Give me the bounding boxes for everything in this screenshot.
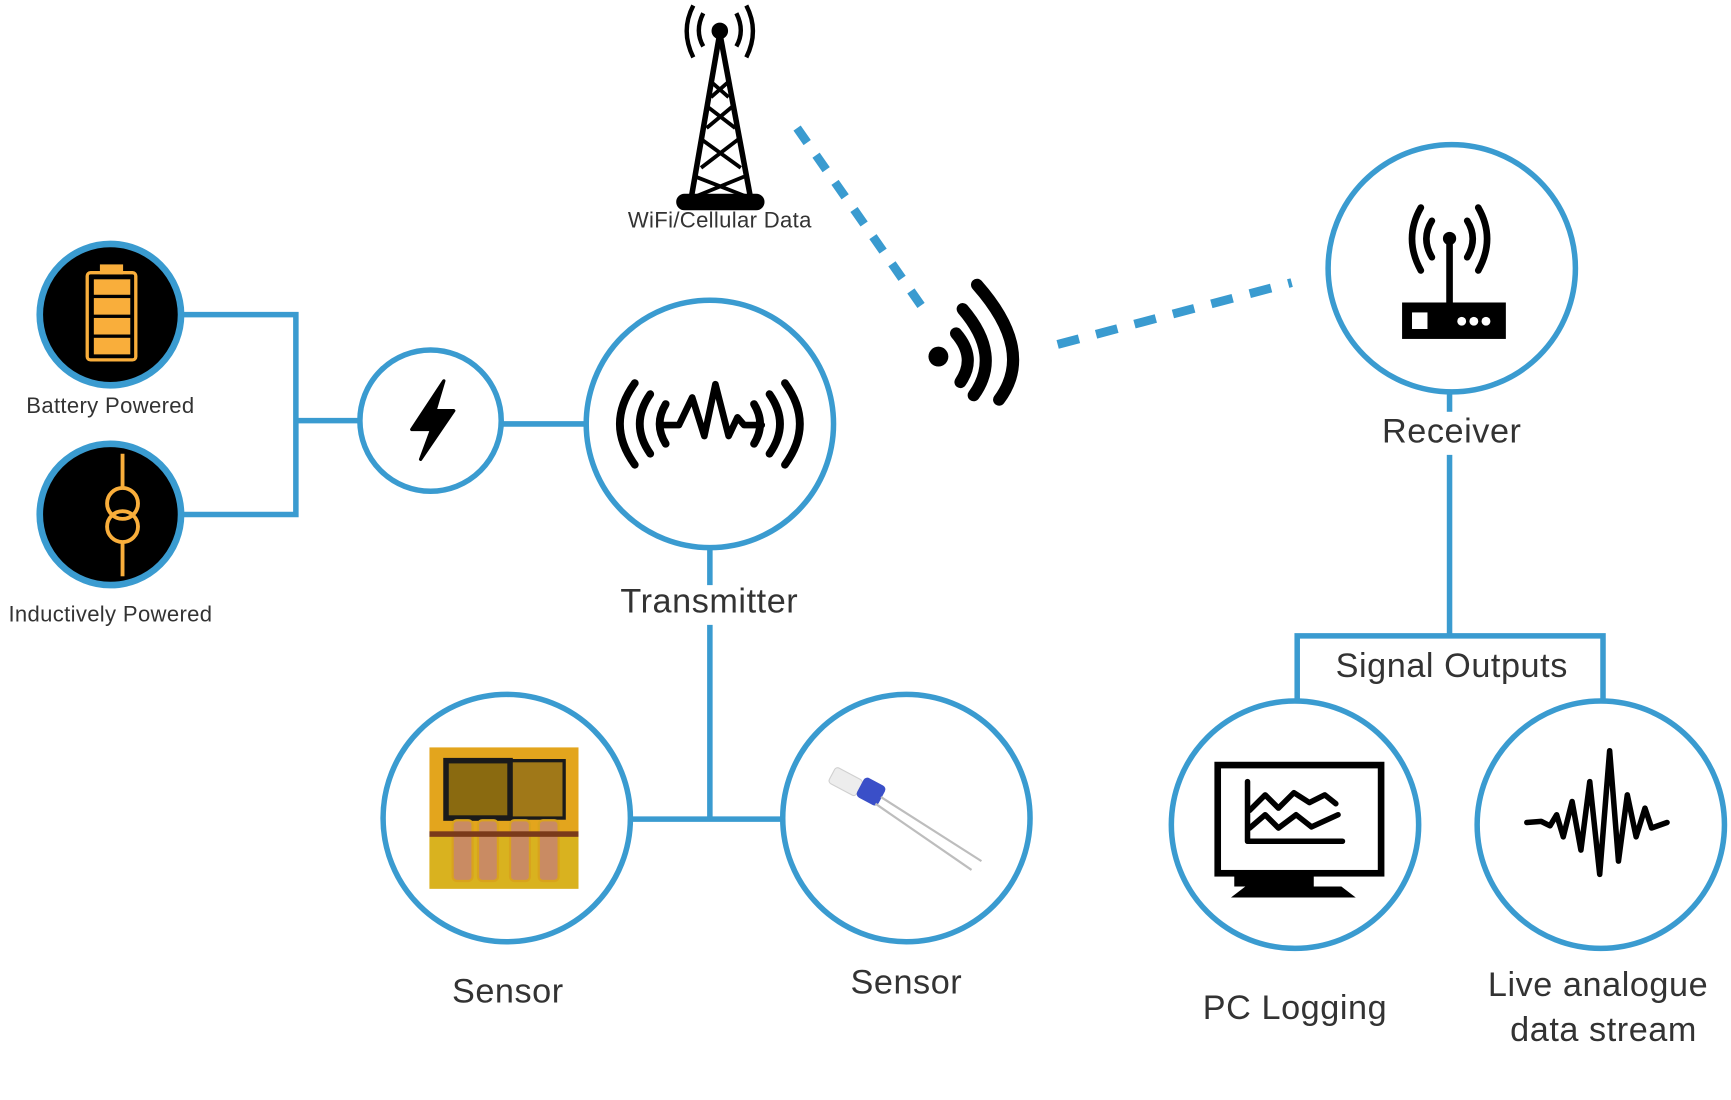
battery-icon (85, 264, 138, 362)
label-inductively-powered: Inductively Powered (8, 602, 213, 628)
power-node (357, 347, 504, 495)
strain-gauge-image (429, 747, 579, 889)
label-sensor-2: Sensor (850, 962, 963, 1002)
receiver-node (1325, 141, 1579, 395)
transmitter-node (583, 297, 837, 551)
diagram-canvas (36, 4, 1728, 952)
label-data-stream: data stream (1510, 1010, 1697, 1049)
label-live-analogue: Live analogue (1487, 964, 1709, 1004)
label-wifi-cellular: WiFi/Cellular Data (627, 208, 812, 233)
pc-logging-node (1168, 698, 1422, 952)
label-battery-powered: Battery Powered (26, 394, 195, 419)
label-pc-logging: PC Logging (1202, 988, 1388, 1027)
battery-node (36, 240, 185, 389)
label-transmitter: Transmitter (620, 581, 799, 621)
cell-tower-icon (676, 4, 765, 211)
live-stream-node (1474, 698, 1728, 952)
sensor-2-node (779, 691, 1033, 945)
label-receiver: Receiver (1382, 411, 1522, 451)
inductive-node (36, 440, 185, 589)
label-sensor-1: Sensor (451, 971, 564, 1011)
label-signal-outputs: Signal Outputs (1335, 645, 1568, 685)
wireless-signal-icon (928, 278, 1020, 406)
wireless-link-receiver (1056, 278, 1293, 349)
system-diagram: Battery Powered Inductively Powered WiFi… (0, 0, 1731, 1100)
sensor-1-node (380, 691, 634, 945)
